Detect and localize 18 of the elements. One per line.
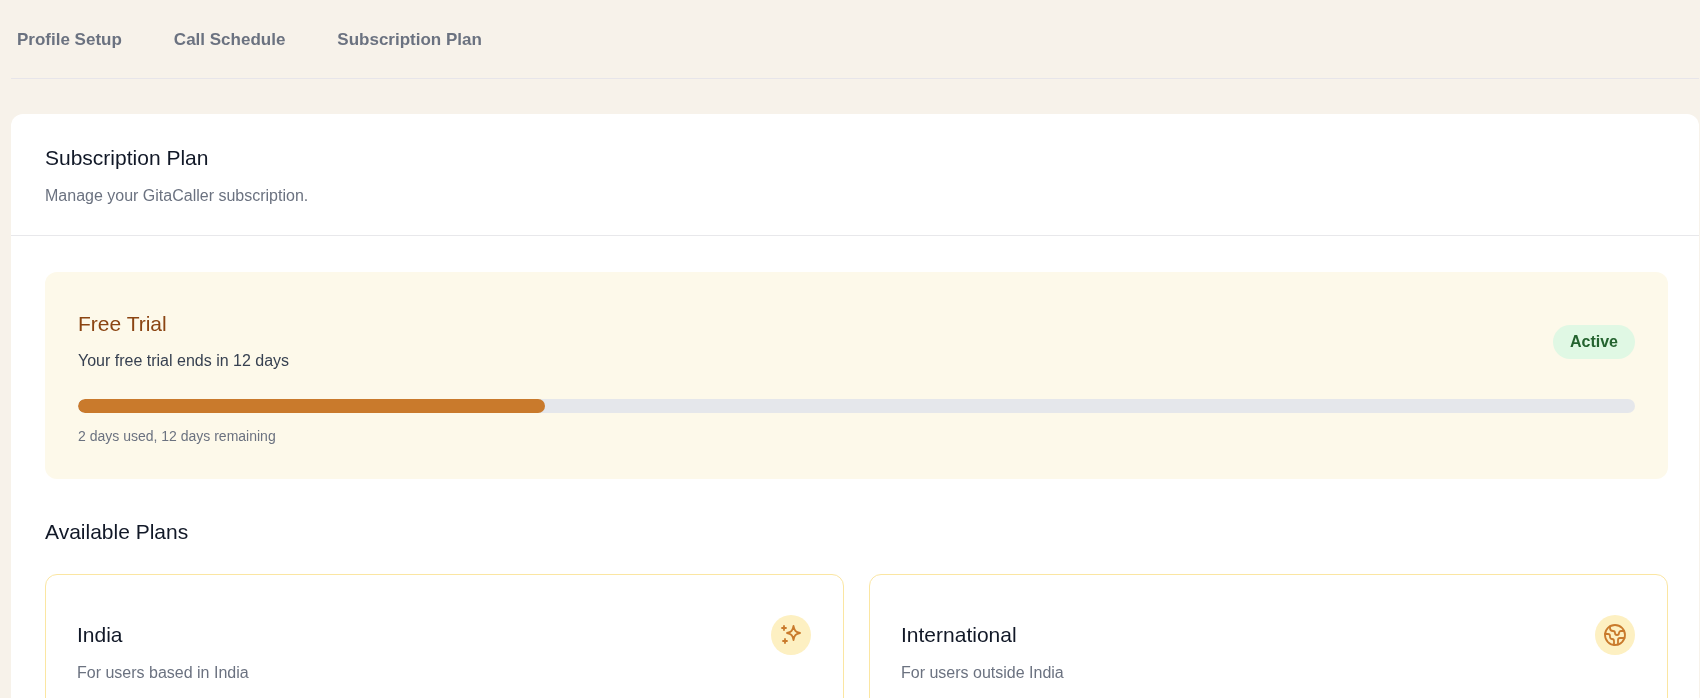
tab[interactable]: Profile Setup	[17, 27, 122, 53]
plan-card[interactable]: India For users based in India	[45, 574, 844, 698]
sparkles-icon	[771, 615, 811, 655]
trial-title: Free Trial	[78, 311, 168, 337]
plan-card[interactable]: International For users outside India	[869, 574, 1668, 698]
tab[interactable]: Subscription Plan	[337, 27, 482, 53]
plan-name: International	[901, 622, 1017, 648]
plan-description: For users based in India	[77, 663, 250, 683]
section-heading: Available Plans	[45, 519, 190, 545]
plan-name: India	[77, 622, 123, 648]
card-subtitle: Manage your GitaCaller subscription.	[45, 186, 310, 206]
globe-icon	[1595, 615, 1635, 655]
status-badge: Active	[1552, 324, 1635, 359]
trial-message: Your free trial ends in 12 days	[78, 351, 290, 371]
card-title: Subscription Plan	[45, 145, 210, 171]
progress-caption: 2 days used, 12 days remaining	[78, 427, 277, 446]
plan-description: For users outside India	[901, 663, 1065, 683]
tab[interactable]: Call Schedule	[173, 27, 286, 53]
